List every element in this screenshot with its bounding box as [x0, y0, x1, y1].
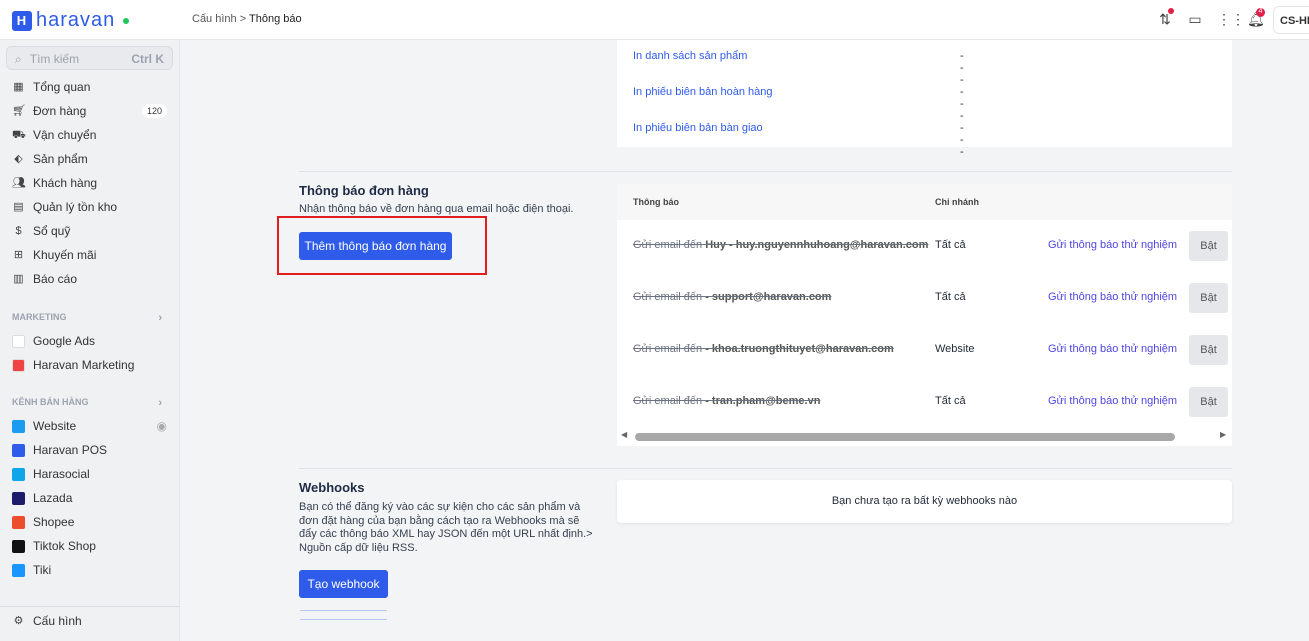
channel-icon: [12, 539, 25, 553]
send-test-link[interactable]: Gửi thông báo thử nghiệm: [1048, 395, 1177, 407]
table-row: Gửi email đến - support@haravan.com Tất …: [617, 272, 1232, 324]
apps-grid-icon[interactable]: ⋮⋮: [1217, 11, 1245, 27]
marketing-section[interactable]: MARKETING ›: [12, 312, 162, 324]
users-icon: 👥︎: [12, 176, 26, 189]
webhooks-empty-card: Bạn chưa tạo ra bất kỳ webhooks nào: [617, 480, 1232, 523]
search-input[interactable]: ⌕ Tìm kiếm Ctrl K: [6, 46, 173, 70]
send-test-link[interactable]: Gửi thông báo thử nghiệm: [1048, 291, 1177, 303]
truck-icon: ⛟: [12, 128, 26, 141]
count-badge: 120: [141, 104, 167, 118]
horizontal-scrollbar[interactable]: ◀ ▶: [617, 430, 1232, 442]
haravan-logo[interactable]: Hharavan: [12, 9, 130, 32]
transfer-icon[interactable]: ⇅: [1157, 8, 1174, 27]
sidebar-item[interactable]: ▤ Quản lý tồn kho: [12, 200, 167, 214]
divider: [299, 468, 1232, 469]
store-switcher[interactable]: CS-HR: [1273, 6, 1309, 34]
notification-badge: 4: [1256, 8, 1265, 17]
send-test-link[interactable]: Gửi thông báo thử nghiệm: [1048, 239, 1177, 251]
dollar-icon: $: [15, 224, 22, 237]
print-templates-card: In danh sách sản phẩm --- In phiếu biên b…: [617, 40, 1232, 158]
sidebar: ⌕ Tìm kiếm Ctrl K ▦ Tổng quan 🛒︎ Đơn hàng 120 ⛟…: [0, 40, 180, 641]
section-title: Thông báo đơn hàng: [299, 183, 429, 198]
webhooks-desc: Bạn có thể đăng ký vào các sự kiện cho c…: [299, 501, 593, 554]
print-link[interactable]: In phiếu biên bản hoàn hàng: [633, 86, 772, 98]
sidebar-item[interactable]: 👥︎ Khách hàng: [12, 176, 167, 190]
app-icon: [12, 334, 25, 348]
sidebar-item[interactable]: ▥ Báo cáo: [12, 272, 167, 286]
print-link[interactable]: In phiếu biên bản bàn giao: [633, 122, 763, 134]
enable-button[interactable]: Bật: [1189, 231, 1228, 261]
sidebar-item-channel[interactable]: Tiktok Shop: [12, 539, 167, 553]
logo-icon: H: [12, 10, 32, 31]
sidebar-item-channel[interactable]: Website ◉: [12, 419, 167, 433]
channel-icon: [12, 419, 25, 433]
sidebar-item[interactable]: ⊞ Khuyến mãi: [12, 248, 167, 262]
column-header: Thông báo: [633, 197, 679, 207]
dashboard-icon: ▦: [13, 80, 24, 93]
enable-button[interactable]: Bật: [1189, 387, 1228, 417]
sidebar-item[interactable]: $ Sổ quỹ: [12, 224, 167, 238]
sidebar-item-channel[interactable]: Tiki: [12, 563, 167, 577]
search-icon: ⌕: [15, 52, 22, 66]
tag-icon: ⬖: [14, 152, 23, 165]
app-icon: [12, 358, 25, 372]
bell-icon[interactable]: 🔔︎ 4: [1247, 8, 1265, 27]
channel-icon: [12, 515, 25, 529]
box-icon: ▤: [13, 200, 24, 213]
table-row: Gửi email đến - tran.pham@beme.vn Tất cả…: [617, 376, 1232, 428]
add-order-notification-button[interactable]: Thêm thông báo đơn hàng: [299, 232, 452, 260]
gear-icon: ⚙: [13, 614, 24, 627]
sidebar-item-channel[interactable]: Shopee: [12, 515, 167, 529]
sidebar-item[interactable]: ⛟ Vận chuyển: [12, 128, 167, 142]
channel-icon: [12, 443, 25, 457]
chart-icon: ▥: [13, 272, 24, 285]
send-test-link[interactable]: Gửi thông báo thử nghiệm: [1048, 343, 1177, 355]
sidebar-item-settings[interactable]: ⚙ Cấu hình: [12, 614, 167, 628]
gift-icon: ⊞: [13, 248, 24, 261]
sidebar-item-channel[interactable]: Haravan POS: [12, 443, 167, 457]
sidebar-item-marketing[interactable]: Haravan Marketing: [12, 358, 167, 372]
print-link[interactable]: In danh sách sản phẩm: [633, 50, 747, 62]
sidebar-item-marketing[interactable]: Google Ads: [12, 334, 167, 348]
divider: [299, 171, 1232, 172]
channel-icon: [12, 467, 25, 481]
channels-section[interactable]: KÊNH BÁN HÀNG ›: [12, 397, 162, 409]
chevron-right-icon: ›: [158, 397, 162, 409]
cart-icon: 🛒︎: [12, 104, 26, 117]
sidebar-item[interactable]: 🛒︎ Đơn hàng 120: [12, 104, 167, 118]
feedback-icon[interactable]: ▭: [1187, 11, 1203, 27]
breadcrumb: Cấu hình > Thông báo: [192, 13, 302, 25]
breadcrumb-current: Thông báo: [249, 13, 302, 25]
breadcrumb-settings[interactable]: Cấu hình: [192, 13, 237, 25]
channel-icon: [12, 491, 25, 505]
channel-icon: [12, 563, 25, 577]
table-row: Gửi email đến Huy - huy.nguyennhuhoang@h…: [617, 220, 1232, 272]
top-bar: Hharavan Cấu hình > Thông báo ⇅ ▭ ⋮⋮ 🔔︎ 4…: [0, 0, 1309, 40]
enable-button[interactable]: Bật: [1189, 335, 1228, 365]
sidebar-item-channel[interactable]: Harasocial: [12, 467, 167, 481]
table-row: Gửi email đến - khoa.truongthituyet@hara…: [617, 324, 1232, 376]
column-header: Chi nhánh: [935, 197, 979, 207]
status-dot: [123, 17, 130, 24]
enable-button[interactable]: Bật: [1189, 283, 1228, 313]
notifications-table: Thông báo Chi nhánh Gửi email đến Huy - …: [617, 184, 1232, 446]
section-desc: Nhận thông báo về đơn hàng qua email hoặ…: [299, 203, 574, 215]
sidebar-item-channel[interactable]: Lazada: [12, 491, 167, 505]
shortcut-hint: Ctrl K: [131, 52, 164, 66]
sidebar-item[interactable]: ⬖ Sản phẩm: [12, 152, 167, 166]
sidebar-item[interactable]: ▦ Tổng quan: [12, 80, 167, 94]
create-webhook-button[interactable]: Tạo webhook: [299, 570, 388, 598]
chevron-right-icon: ›: [158, 312, 162, 324]
eye-icon[interactable]: ◉: [157, 419, 167, 433]
webhooks-title: Webhooks: [299, 480, 365, 495]
